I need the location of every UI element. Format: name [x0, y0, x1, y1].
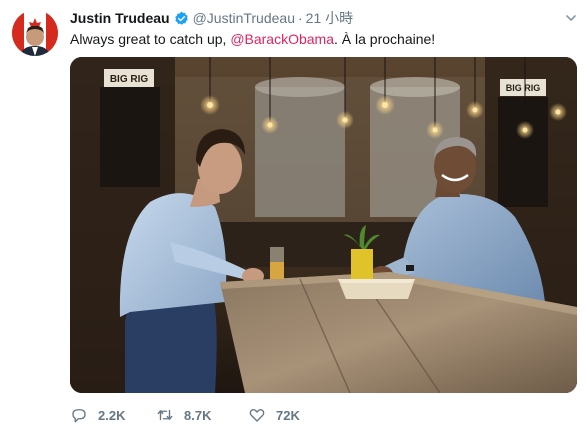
reply-icon: [72, 409, 86, 423]
retweet-button[interactable]: 8.7K: [156, 406, 248, 424]
separator-dot: ·: [298, 10, 303, 26]
tank-top-left: [255, 77, 345, 97]
avatar[interactable]: [12, 10, 58, 56]
sign-right-text: BIG RIG: [506, 83, 541, 93]
verified-badge-icon: [174, 11, 189, 26]
avatar-image: [12, 10, 58, 56]
like-count: 72K: [276, 407, 300, 423]
retweet-count: 8.7K: [184, 407, 212, 423]
tweet-text-before: Always great to catch up,: [70, 31, 231, 47]
brewery-tank-left: [255, 87, 345, 217]
user-handle[interactable]: @JustinTrudeau: [193, 10, 295, 26]
tweet-text: Always great to catch up, @BarackObama. …: [70, 30, 435, 48]
tank-top-right: [370, 77, 460, 97]
retweet-icon: [157, 409, 173, 421]
reply-button[interactable]: 2.2K: [70, 406, 156, 424]
reply-count: 2.2K: [98, 407, 126, 423]
chalkboard-right: [498, 97, 548, 207]
chevron-down-icon[interactable]: [565, 11, 577, 23]
display-name[interactable]: Justin Trudeau: [70, 10, 170, 26]
tweet-header: Justin Trudeau @JustinTrudeau · 21 小時: [70, 9, 353, 27]
tweet-photo[interactable]: BIG RIG BIG RIG: [70, 57, 577, 393]
like-button[interactable]: 72K: [248, 406, 338, 424]
tweet[interactable]: Justin Trudeau @JustinTrudeau · 21 小時 Al…: [0, 0, 587, 432]
chalkboard-left: [100, 87, 160, 187]
mention-link[interactable]: @BarackObama: [230, 31, 334, 47]
tweet-timestamp[interactable]: 21 小時: [306, 8, 353, 28]
sign-left-text: BIG RIG: [110, 74, 149, 85]
tweet-actions: 2.2K 8.7K 72K: [70, 404, 338, 426]
tweet-text-after: . À la prochaine!: [334, 31, 436, 47]
like-icon: [249, 408, 265, 422]
beer-glass: [270, 247, 284, 279]
